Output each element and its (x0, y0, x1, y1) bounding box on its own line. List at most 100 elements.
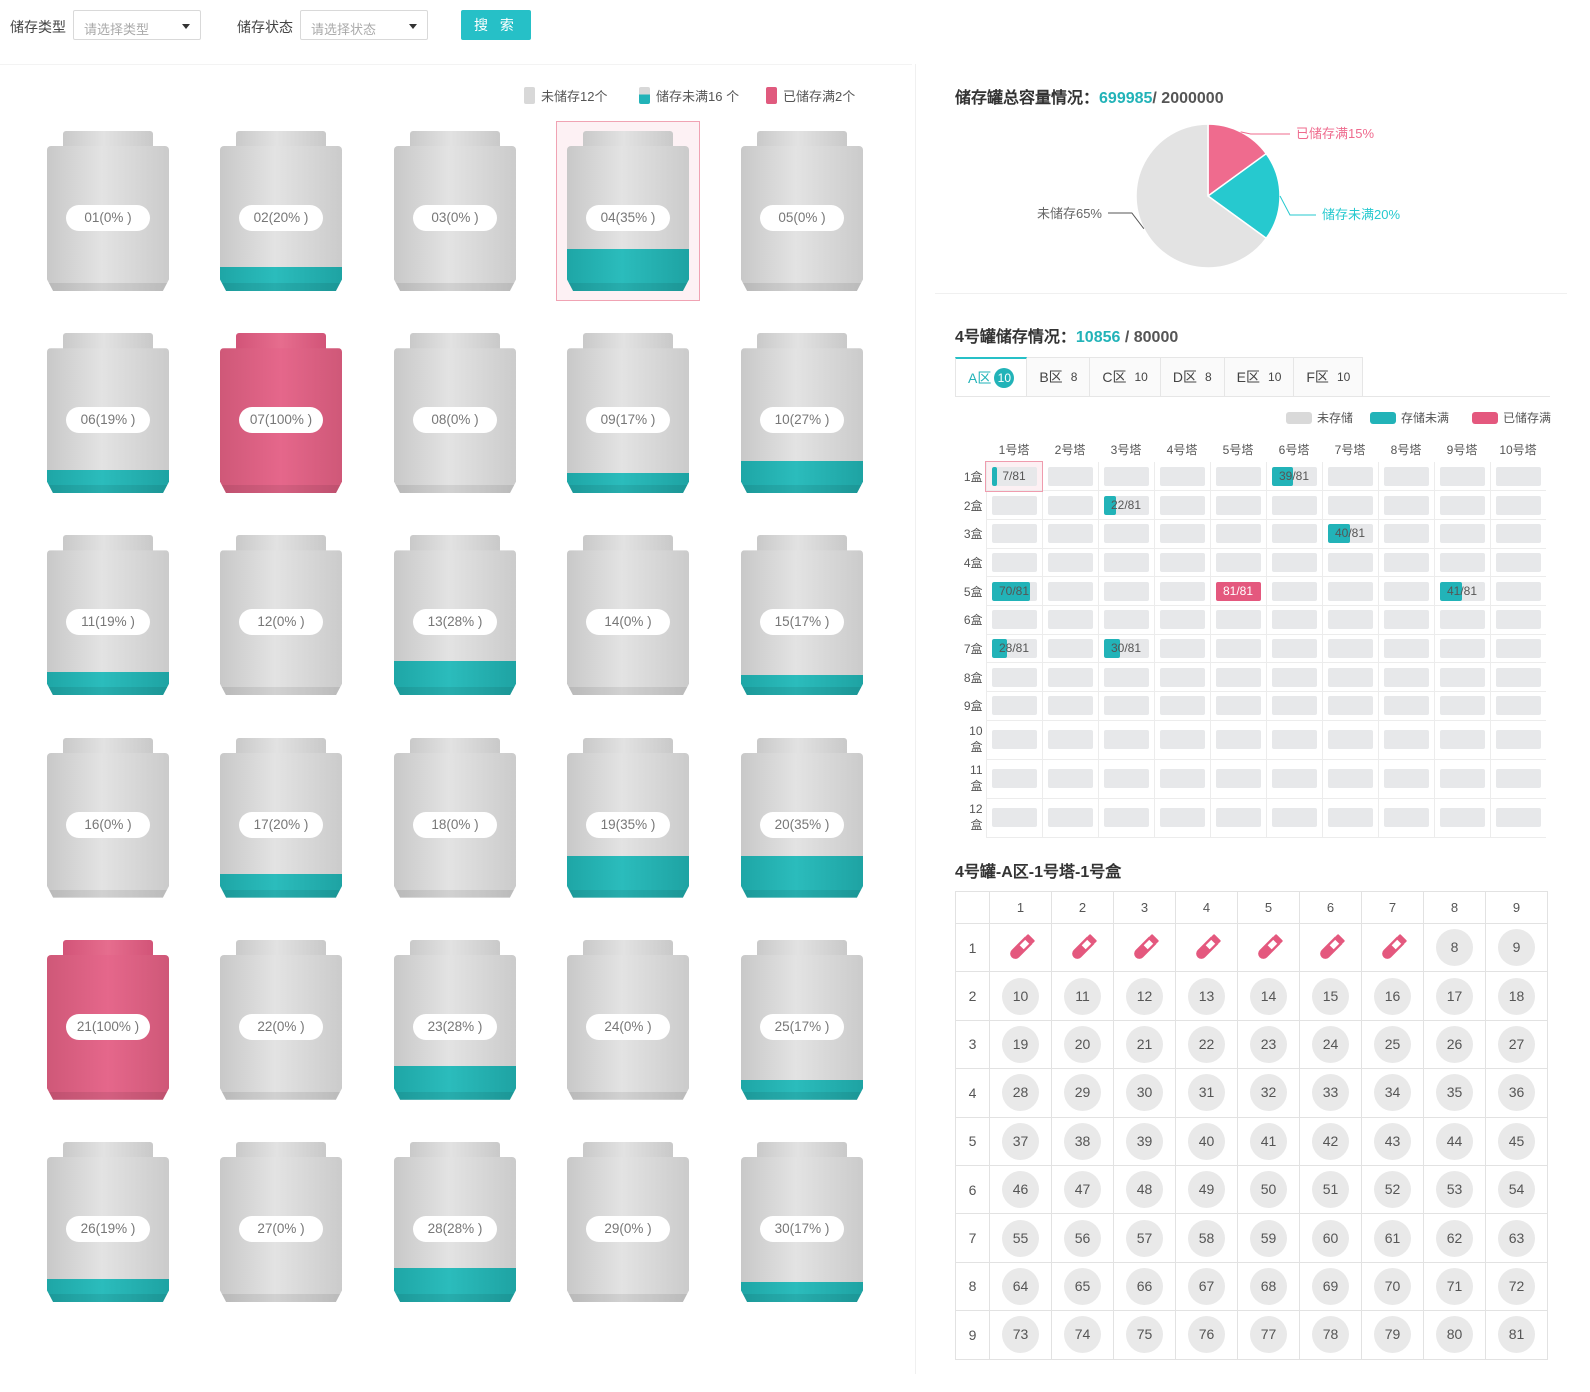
box-cell[interactable] (1321, 759, 1378, 799)
box-cell[interactable] (1377, 548, 1434, 578)
box-cell[interactable] (1321, 490, 1378, 520)
box-cell[interactable] (1209, 798, 1266, 838)
well-cell[interactable]: 12 (1113, 971, 1176, 1021)
box-cell[interactable] (1321, 548, 1378, 578)
well-cell[interactable]: 34 (1361, 1068, 1424, 1118)
box-cell[interactable] (1041, 548, 1098, 578)
box-cell[interactable] (1041, 490, 1098, 520)
tank-23[interactable]: 23(28% ) (394, 939, 516, 1100)
box-cell[interactable] (1377, 490, 1434, 520)
well-cell[interactable]: 73 (989, 1310, 1052, 1360)
tank-19[interactable]: 19(35% ) (567, 737, 689, 898)
well-cell[interactable] (1113, 922, 1176, 973)
well-cell[interactable]: 69 (1299, 1261, 1362, 1312)
well-cell[interactable]: 70 (1361, 1261, 1424, 1312)
well-cell[interactable]: 33 (1299, 1068, 1362, 1118)
well-cell[interactable]: 17 (1423, 971, 1486, 1021)
box-cell[interactable] (1377, 634, 1434, 664)
box-cell[interactable] (1433, 634, 1490, 664)
well-cell[interactable]: 25 (1361, 1019, 1424, 1070)
box-cell[interactable] (1489, 798, 1546, 838)
box-cell[interactable] (1209, 605, 1266, 635)
tank-4[interactable]: 04(35% ) (556, 121, 700, 301)
well-cell[interactable] (1299, 922, 1362, 973)
box-cell[interactable] (1209, 490, 1266, 520)
tank-18[interactable]: 18(0% ) (394, 737, 516, 898)
box-cell[interactable] (1097, 662, 1154, 692)
box-cell[interactable] (985, 720, 1042, 760)
box-cell[interactable] (1153, 759, 1210, 799)
box-cell[interactable] (1321, 691, 1378, 721)
box-cell[interactable] (1489, 519, 1546, 549)
box-cell[interactable] (1265, 605, 1322, 635)
box-cell[interactable]: 41/81 (1433, 576, 1490, 606)
box-cell[interactable] (1489, 662, 1546, 692)
box-cell[interactable] (1489, 720, 1546, 760)
well-cell[interactable]: 11 (1051, 971, 1114, 1021)
well-cell[interactable]: 52 (1361, 1164, 1424, 1215)
box-cell[interactable] (1265, 634, 1322, 664)
box-cell[interactable] (985, 605, 1042, 635)
tank-15[interactable]: 15(17% ) (741, 535, 863, 696)
box-cell[interactable] (1153, 490, 1210, 520)
well-cell[interactable]: 22 (1175, 1019, 1238, 1070)
tank-21[interactable]: 21(100% ) (47, 939, 169, 1100)
well-cell[interactable]: 15 (1299, 971, 1362, 1021)
well-cell[interactable]: 8 (1423, 922, 1486, 973)
box-cell[interactable] (1153, 691, 1210, 721)
well-cell[interactable]: 77 (1237, 1310, 1300, 1360)
box-cell[interactable] (1377, 462, 1434, 492)
tab-zone-6[interactable]: F区 10 (1294, 357, 1364, 397)
tank-25[interactable]: 25(17% ) (741, 939, 863, 1100)
well-cell[interactable]: 38 (1051, 1116, 1114, 1166)
tab-zone-3[interactable]: C区 10 (1090, 357, 1161, 397)
box-cell[interactable] (1265, 576, 1322, 606)
box-cell[interactable] (1209, 519, 1266, 549)
well-cell[interactable]: 50 (1237, 1164, 1300, 1215)
well-cell[interactable]: 42 (1299, 1116, 1362, 1166)
well-cell[interactable]: 35 (1423, 1068, 1486, 1118)
well-cell[interactable]: 74 (1051, 1310, 1114, 1360)
box-cell[interactable] (1097, 759, 1154, 799)
tab-zone-2[interactable]: B区 8 (1027, 357, 1091, 397)
box-cell[interactable]: 28/81 (985, 634, 1042, 664)
box-cell[interactable] (1265, 691, 1322, 721)
search-button[interactable]: 搜 索 (461, 10, 531, 40)
box-cell[interactable] (985, 759, 1042, 799)
well-cell[interactable]: 71 (1423, 1261, 1486, 1312)
box-cell[interactable] (1321, 462, 1378, 492)
well-cell[interactable]: 65 (1051, 1261, 1114, 1312)
box-cell[interactable] (1433, 605, 1490, 635)
well-cell[interactable] (989, 922, 1052, 973)
box-cell[interactable] (985, 548, 1042, 578)
well-cell[interactable]: 58 (1175, 1213, 1238, 1263)
box-cell[interactable] (1433, 759, 1490, 799)
box-cell[interactable] (1321, 662, 1378, 692)
well-cell[interactable]: 20 (1051, 1019, 1114, 1070)
well-cell[interactable]: 36 (1485, 1068, 1548, 1118)
box-cell[interactable] (1041, 691, 1098, 721)
well-cell[interactable] (1237, 922, 1300, 973)
box-cell[interactable] (1489, 634, 1546, 664)
well-cell[interactable]: 62 (1423, 1213, 1486, 1263)
well-cell[interactable]: 63 (1485, 1213, 1548, 1263)
well-cell[interactable]: 49 (1175, 1164, 1238, 1215)
tank-27[interactable]: 27(0% ) (220, 1142, 342, 1302)
well-cell[interactable]: 28 (989, 1068, 1052, 1118)
box-cell[interactable] (1377, 691, 1434, 721)
well-cell[interactable]: 48 (1113, 1164, 1176, 1215)
box-cell[interactable] (1489, 691, 1546, 721)
box-cell[interactable] (1153, 662, 1210, 692)
tank-6[interactable]: 06(19% ) (47, 333, 169, 494)
box-cell[interactable]: 40/81 (1321, 519, 1378, 549)
well-cell[interactable]: 10 (989, 971, 1052, 1021)
well-cell[interactable]: 9 (1485, 922, 1548, 973)
storage-type-select[interactable]: 请选择类型 (73, 10, 201, 40)
box-cell[interactable] (1097, 798, 1154, 838)
tank-30[interactable]: 30(17% ) (741, 1142, 863, 1302)
box-cell[interactable] (1265, 490, 1322, 520)
well-cell[interactable]: 61 (1361, 1213, 1424, 1263)
tank-22[interactable]: 22(0% ) (220, 939, 342, 1100)
box-cell[interactable] (1321, 720, 1378, 760)
tank-10[interactable]: 10(27% ) (741, 333, 863, 494)
